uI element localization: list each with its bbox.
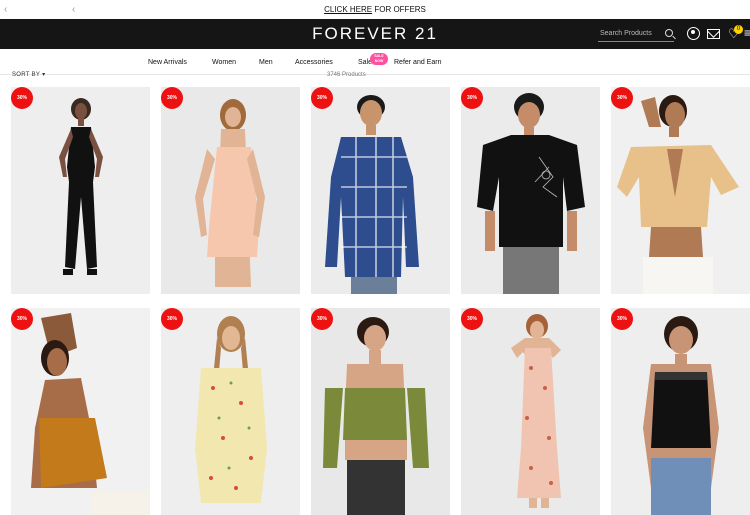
black-graphic-tee-image: [461, 87, 600, 294]
peach-romper-image: [161, 87, 300, 294]
offer-text: CLICK HERE FOR OFFERS: [324, 5, 426, 14]
discount-badge: 30%: [11, 87, 33, 109]
product-card[interactable]: 30%: [311, 87, 450, 294]
back-arrow-icon[interactable]: ‹: [4, 0, 7, 19]
nav-new-arrivals[interactable]: New Arrivals: [148, 59, 187, 66]
sale-tag: SALE NOW: [370, 53, 388, 65]
green-tube-top-image: [311, 308, 450, 515]
nav-men[interactable]: Men: [259, 59, 273, 66]
product-card[interactable]: 30%: [11, 308, 150, 515]
discount-badge: 30%: [311, 87, 333, 109]
product-card[interactable]: 30%: [161, 308, 300, 515]
discount-badge: 30%: [611, 308, 633, 330]
search-placeholder: Search Products: [600, 30, 652, 37]
offer-link[interactable]: CLICK HERE: [324, 5, 372, 14]
discount-badge: 30%: [461, 308, 483, 330]
mail-icon[interactable]: [707, 29, 720, 39]
search-input[interactable]: Search Products: [598, 26, 674, 42]
site-header: FOREVER 21 Search Products ♡ 0 ≡: [0, 19, 750, 49]
product-card[interactable]: 30%: [461, 87, 600, 294]
tan-satin-tie-top-image: [611, 87, 750, 294]
discount-badge: 30%: [11, 308, 33, 330]
nav-refer-earn[interactable]: Refer and Earn: [394, 59, 441, 66]
nav-accessories[interactable]: Accessories: [295, 59, 333, 66]
mustard-halter-top-image: [11, 308, 150, 515]
menu-icon[interactable]: ≡: [744, 27, 750, 40]
floral-halter-romper-image: [161, 308, 300, 515]
nav-women[interactable]: Women: [212, 59, 236, 66]
discount-badge: 30%: [161, 308, 183, 330]
blue-plaid-shirt-image: [311, 87, 450, 294]
sort-by-dropdown[interactable]: SORT BY ▾: [12, 71, 45, 78]
floral-maxi-dress-image: [461, 308, 600, 515]
product-card[interactable]: 30%: [611, 87, 750, 294]
product-count: 3746 Products: [327, 72, 366, 78]
discount-badge: 30%: [461, 87, 483, 109]
chevron-left-icon[interactable]: ‹: [72, 0, 75, 19]
listing-toolbar: SORT BY ▾ 3746 Products: [0, 70, 750, 80]
search-icon[interactable]: [665, 29, 673, 37]
black-cutout-jumpsuit-image: [11, 87, 150, 294]
discount-badge: 30%: [161, 87, 183, 109]
black-lace-tank-image: [611, 308, 750, 515]
sort-label: SORT BY: [12, 72, 41, 78]
product-card[interactable]: 30%: [11, 87, 150, 294]
offer-label: FOR OFFERS: [372, 5, 426, 14]
product-card[interactable]: 30%: [611, 308, 750, 515]
discount-badge: 30%: [311, 308, 333, 330]
discount-badge: 30%: [611, 87, 633, 109]
wishlist-count-badge: 0: [734, 25, 743, 34]
account-icon[interactable]: [687, 27, 700, 40]
announcement-bar: ‹ ‹ CLICK HERE FOR OFFERS: [0, 0, 750, 19]
product-card[interactable]: 30%: [461, 308, 600, 515]
product-card[interactable]: 30%: [311, 308, 450, 515]
product-card[interactable]: 30%: [161, 87, 300, 294]
